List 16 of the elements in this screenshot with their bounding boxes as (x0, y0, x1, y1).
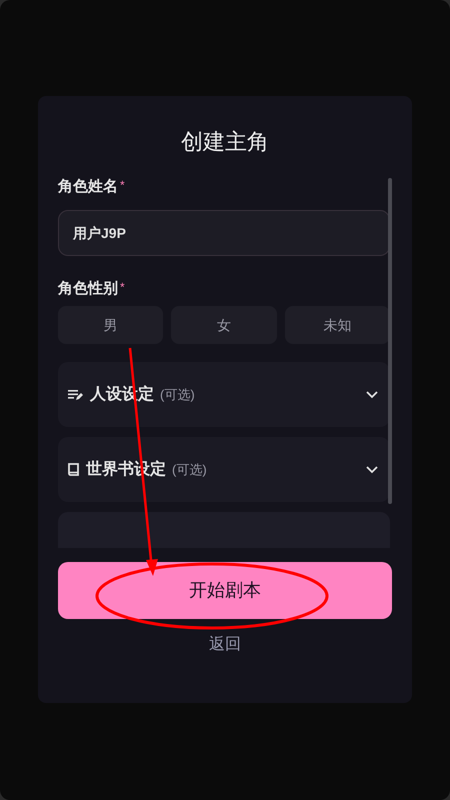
dialog-title: 创建主角 (180, 128, 270, 156)
gender-option[interactable]: 女 (171, 306, 277, 344)
input-field[interactable]: 用户J9P (58, 210, 390, 256)
start-button[interactable]: 开始剧本 (58, 562, 392, 619)
required-mark: * (120, 279, 125, 296)
gender-option[interactable]: 男 (58, 306, 164, 344)
field-label: 角色性别 (58, 279, 118, 299)
optional-hint: (可选) (172, 460, 207, 479)
notes-pen-icon (68, 388, 83, 400)
gender-option[interactable]: 未知 (284, 306, 390, 344)
field-label: 角色姓名 (58, 177, 118, 197)
book-icon (68, 463, 79, 476)
back-link[interactable]: 返回 (209, 633, 241, 657)
optional-hint: (可选) (160, 386, 195, 404)
scrollbar[interactable] (388, 178, 392, 504)
required-mark: * (120, 177, 125, 194)
